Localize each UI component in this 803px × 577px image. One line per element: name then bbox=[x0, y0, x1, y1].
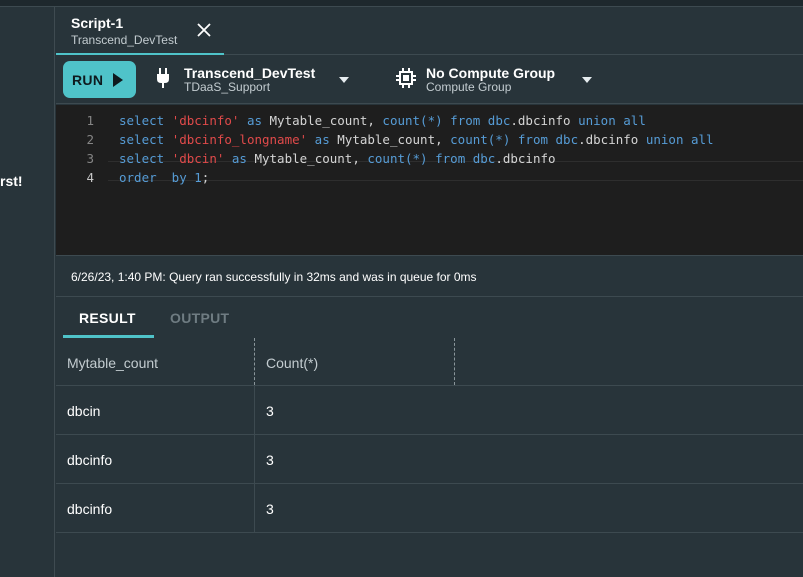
table-cell: 3 bbox=[255, 435, 455, 483]
code-token: select bbox=[119, 151, 172, 166]
window-top-strip bbox=[0, 0, 803, 7]
play-icon bbox=[113, 73, 123, 87]
script-tab-bar: Script-1 Transcend_DevTest bbox=[56, 7, 803, 55]
code-token: Mytable_count, bbox=[337, 132, 451, 147]
code-line[interactable]: 3 select 'dbcin' as Mytable_count, count(… bbox=[56, 151, 803, 170]
line-number: 3 bbox=[86, 151, 94, 166]
column-header-count[interactable]: Count(*) bbox=[255, 338, 455, 385]
code-token: .dbcinfo bbox=[578, 132, 646, 147]
result-tabs: RESULT OUTPUT bbox=[56, 298, 803, 338]
compute-group-subtitle: Compute Group bbox=[426, 80, 512, 94]
code-token: from bbox=[442, 113, 488, 128]
code-token: ; bbox=[201, 170, 210, 185]
code-token: count(*) bbox=[450, 132, 511, 147]
cell-value: 3 bbox=[266, 403, 274, 419]
cell-value: 3 bbox=[266, 452, 274, 468]
code-text: select 'dbcinfo_longname' as Mytable_cou… bbox=[119, 132, 714, 147]
code-token: .dbcinfo bbox=[495, 151, 556, 166]
column-header-label: Count(*) bbox=[266, 355, 319, 371]
code-token: select bbox=[119, 132, 172, 147]
code-token: .dbcinfo bbox=[510, 113, 579, 128]
table-cell: dbcin bbox=[56, 386, 255, 434]
close-icon[interactable] bbox=[195, 21, 213, 39]
code-line[interactable]: 2 select 'dbcinfo_longname' as Mytable_co… bbox=[56, 132, 803, 151]
column-header-mytable-count[interactable]: Mytable_count bbox=[56, 338, 255, 385]
cell-value: dbcin bbox=[67, 403, 101, 419]
code-line[interactable]: 1 select 'dbcinfo' as Mytable_count, coun… bbox=[56, 113, 803, 132]
tab-script-1[interactable]: Script-1 Transcend_DevTest bbox=[56, 7, 224, 55]
cell-value: 3 bbox=[266, 501, 274, 517]
table-cell: dbcinfo bbox=[56, 435, 255, 483]
code-token: as bbox=[307, 132, 338, 147]
query-workspace: Script-1 Transcend_DevTest RUN Transcend… bbox=[56, 7, 803, 577]
result-grid: Mytable_count Count(*) dbcin 3 dbcinfo 3… bbox=[56, 338, 803, 577]
code-token: union all bbox=[645, 132, 714, 147]
tab-result[interactable]: RESULT bbox=[79, 310, 136, 326]
line-number: 1 bbox=[86, 113, 94, 128]
status-message: 6/26/23, 1:40 PM: Query ran successfully… bbox=[71, 270, 477, 284]
code-token: union all bbox=[578, 113, 646, 128]
query-status-bar: 6/26/23, 1:40 PM: Query ran successfully… bbox=[56, 255, 803, 297]
connection-name: Transcend_DevTest bbox=[184, 65, 316, 81]
code-token: as bbox=[224, 151, 255, 166]
code-token: count(*) bbox=[382, 113, 443, 128]
table-row[interactable]: dbcin 3 bbox=[56, 386, 803, 435]
column-header-label: Mytable_count bbox=[67, 355, 159, 371]
cell-value: dbcinfo bbox=[67, 501, 113, 517]
code-token: select bbox=[119, 113, 172, 128]
table-cell: 3 bbox=[255, 386, 455, 434]
code-token: count(*) bbox=[367, 151, 428, 166]
editor-toolbar: RUN Transcend_DevTest TDaaS_Support No C… bbox=[56, 56, 803, 104]
table-row[interactable]: dbcinfo 3 bbox=[56, 435, 803, 484]
connection-selector[interactable]: Transcend_DevTest TDaaS_Support bbox=[156, 65, 356, 95]
chevron-down-icon bbox=[339, 77, 349, 83]
code-text: select 'dbcinfo' as Mytable_count, count… bbox=[119, 113, 646, 128]
code-token: 1 bbox=[194, 170, 202, 185]
code-token: dbc bbox=[472, 151, 496, 166]
line-number: 2 bbox=[86, 132, 94, 147]
run-button-label: RUN bbox=[72, 72, 104, 88]
code-token: 'dbcin' bbox=[171, 151, 225, 166]
code-token: dbc bbox=[487, 113, 511, 128]
sql-editor[interactable]: 1 select 'dbcinfo' as Mytable_count, coun… bbox=[56, 105, 803, 255]
tab-output[interactable]: OUTPUT bbox=[170, 310, 229, 326]
code-line[interactable]: 4 order by 1; bbox=[56, 170, 803, 189]
code-text: order by 1; bbox=[119, 170, 209, 185]
code-token: from bbox=[510, 132, 556, 147]
table-cell: dbcinfo bbox=[56, 484, 255, 532]
table-row[interactable]: dbcinfo 3 bbox=[56, 484, 803, 533]
code-token: Mytable_count, bbox=[254, 151, 368, 166]
compute-group-selector[interactable]: No Compute Group Compute Group bbox=[396, 65, 596, 95]
code-token: Mytable_count, bbox=[269, 113, 383, 128]
code-text: select 'dbcin' as Mytable_count, count(*… bbox=[119, 151, 556, 166]
code-token: from bbox=[427, 151, 473, 166]
grid-header-row: Mytable_count Count(*) bbox=[56, 338, 803, 386]
code-token: 'dbcinfo_longname' bbox=[171, 132, 308, 147]
cell-value: dbcinfo bbox=[67, 452, 113, 468]
tab-subtitle: Transcend_DevTest bbox=[71, 33, 178, 47]
line-number: 4 bbox=[86, 170, 94, 185]
plug-icon bbox=[157, 68, 169, 88]
connection-subtitle: TDaaS_Support bbox=[184, 80, 271, 94]
run-button[interactable]: RUN bbox=[63, 61, 136, 98]
code-token: 'dbcinfo' bbox=[171, 113, 240, 128]
compute-chip-icon bbox=[396, 68, 416, 88]
code-token: order by bbox=[119, 170, 195, 185]
table-cell: 3 bbox=[255, 484, 455, 532]
tab-title: Script-1 bbox=[71, 15, 124, 31]
code-token: as bbox=[239, 113, 270, 128]
chevron-down-icon bbox=[582, 77, 592, 83]
compute-group-name: No Compute Group bbox=[426, 65, 556, 81]
code-token: dbc bbox=[555, 132, 579, 147]
left-panel-text-fragment: rst! bbox=[0, 173, 23, 189]
left-side-panel: rst! bbox=[0, 7, 55, 577]
